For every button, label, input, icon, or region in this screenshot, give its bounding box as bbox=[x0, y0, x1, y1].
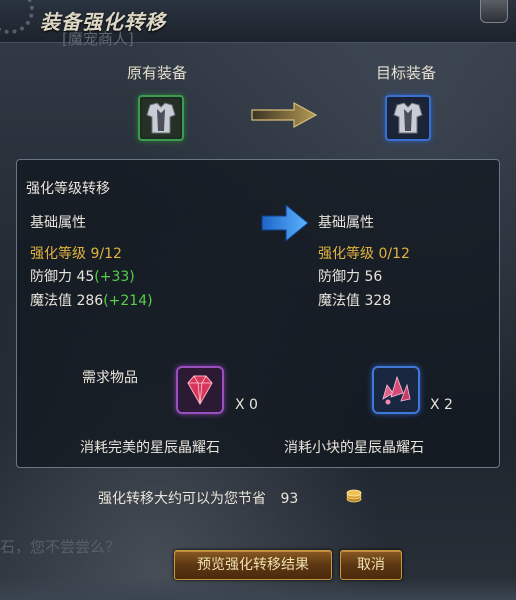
transfer-arrow-icon bbox=[251, 101, 318, 129]
left-defense-value: 45 bbox=[76, 269, 95, 285]
left-level-value: 9/12 bbox=[90, 246, 122, 262]
armor-icon bbox=[142, 99, 180, 137]
close-button[interactable] bbox=[480, 0, 508, 23]
right-defense-row: 防御力 56 bbox=[318, 266, 382, 286]
blue-arrow-icon bbox=[261, 203, 309, 243]
right-level-value: 0/12 bbox=[378, 246, 410, 262]
savings-amount: 93 bbox=[280, 491, 299, 507]
perfect-star-crystal-icon bbox=[187, 375, 213, 406]
savings-text: 强化转移大约可以为您节省 bbox=[98, 491, 266, 507]
left-magic-bonus: (+214) bbox=[103, 293, 153, 309]
perfect-crystal-caption: 消耗完美的星辰晶耀石 bbox=[80, 440, 220, 456]
left-level-row: 强化等级 9/12 bbox=[30, 243, 122, 263]
small-crystal-caption: 消耗小块的星辰晶耀石 bbox=[284, 440, 424, 456]
small-crystal-slot[interactable] bbox=[372, 366, 420, 414]
left-magic-value: 286 bbox=[76, 293, 104, 309]
left-magic-label: 魔法值 bbox=[30, 293, 72, 309]
preview-transfer-button[interactable]: 预览强化转移结果 bbox=[174, 550, 332, 580]
npc-name: [魔宠商人] bbox=[62, 30, 134, 48]
right-magic-row: 魔法值 328 bbox=[318, 290, 391, 310]
right-base-heading: 基础属性 bbox=[318, 215, 374, 231]
perfect-crystal-slot[interactable] bbox=[176, 366, 224, 414]
perfect-crystal-qty: X 0 bbox=[235, 397, 258, 413]
gear-ornament-icon bbox=[0, 0, 34, 34]
right-level-row: 强化等级 0/12 bbox=[318, 243, 410, 263]
savings-row: 强化转移大约可以为您节省 93 bbox=[98, 488, 298, 508]
left-defense-label: 防御力 bbox=[30, 269, 72, 285]
left-defense-bonus: (+33) bbox=[94, 269, 135, 285]
left-defense-row: 防御力 45(+33) bbox=[30, 266, 135, 286]
section-title: 强化等级转移 bbox=[26, 181, 110, 197]
armor-icon bbox=[389, 99, 427, 137]
cancel-button[interactable]: 取消 bbox=[340, 550, 402, 580]
left-magic-row: 魔法值 286(+214) bbox=[30, 290, 153, 310]
small-star-crystal-icon bbox=[382, 375, 411, 405]
gold-coin-icon bbox=[346, 489, 362, 503]
left-base-heading: 基础属性 bbox=[30, 215, 86, 231]
background-faded-text: 石，您不尝尝么？ bbox=[0, 538, 121, 556]
transfer-panel bbox=[16, 159, 500, 468]
right-defense-label: 防御力 bbox=[318, 269, 360, 285]
required-items-label: 需求物品 bbox=[82, 370, 138, 386]
left-level-label: 强化等级 bbox=[30, 246, 86, 262]
right-level-label: 强化等级 bbox=[318, 246, 374, 262]
small-crystal-qty: X 2 bbox=[430, 397, 453, 413]
bottom-decoration bbox=[0, 578, 516, 600]
right-defense-value: 56 bbox=[364, 269, 383, 285]
target-equipment-label: 目标装备 bbox=[376, 64, 437, 82]
right-magic-label: 魔法值 bbox=[318, 293, 360, 309]
target-equipment-slot[interactable] bbox=[385, 95, 431, 141]
original-equipment-label: 原有装备 bbox=[127, 64, 188, 82]
original-equipment-slot[interactable] bbox=[138, 95, 184, 141]
right-magic-value: 328 bbox=[364, 293, 392, 309]
